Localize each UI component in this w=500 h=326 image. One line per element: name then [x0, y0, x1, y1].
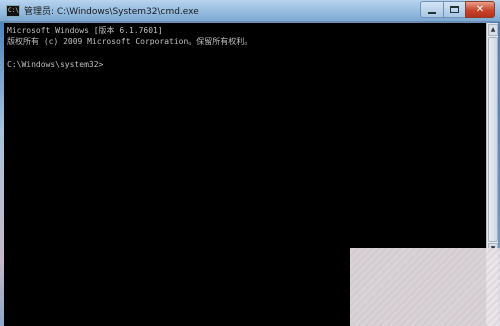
console-line-copyright: 版权所有 (c) 2009 Microsoft Corporation。保留所有…: [7, 37, 253, 46]
scroll-up-icon[interactable]: ▲: [488, 24, 498, 36]
console-prompt[interactable]: C:\Windows\system32>: [7, 60, 103, 70]
command-prompt-icon[interactable]: C:\: [6, 5, 20, 17]
maximize-icon: [450, 6, 459, 13]
window-title: 管理员: C:\Windows\System32\cmd.exe: [24, 7, 199, 17]
close-icon: ✕: [475, 4, 485, 15]
scroll-thumb[interactable]: [488, 37, 498, 242]
watermark-overlay: [350, 248, 500, 326]
title-bar[interactable]: C:\ 管理员: C:\Windows\System32\cmd.exe ✕: [0, 0, 500, 22]
minimize-icon: [428, 11, 436, 14]
maximize-button[interactable]: [443, 1, 466, 18]
close-button[interactable]: ✕: [465, 1, 495, 18]
console-line-version: Microsoft Windows [版本 6.1.7601]: [7, 26, 163, 35]
minimize-button[interactable]: [420, 1, 444, 18]
